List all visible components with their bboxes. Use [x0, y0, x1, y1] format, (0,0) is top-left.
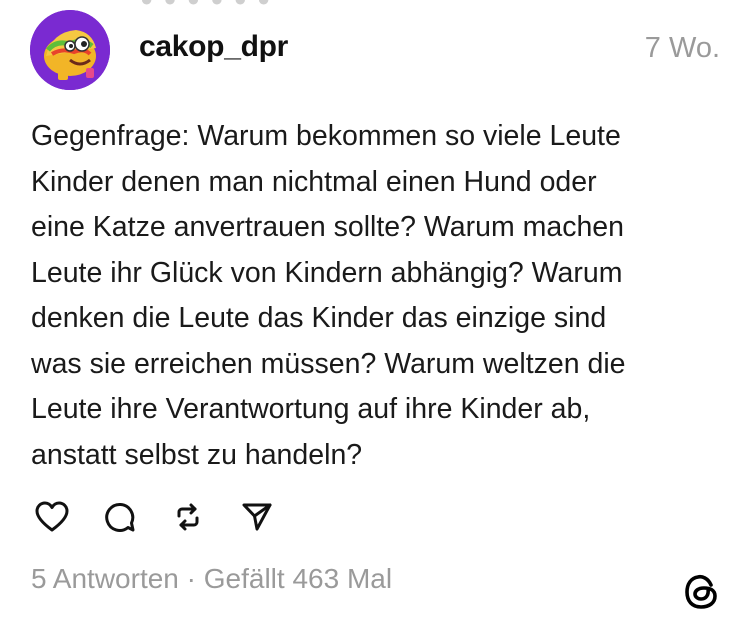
threads-logo-icon	[682, 572, 722, 612]
repost-button[interactable]	[166, 495, 210, 539]
heart-icon	[35, 501, 69, 532]
share-button[interactable]	[235, 495, 279, 539]
post-stats[interactable]: 5 Antworten · Gefällt 463 Mal	[31, 563, 392, 595]
taco-avatar-icon	[30, 10, 110, 90]
username[interactable]: cakop_dpr	[139, 30, 288, 64]
previous-post-edge: ● ● ● ● ● ●	[140, 0, 340, 6]
comment-icon	[105, 502, 135, 532]
like-button[interactable]	[30, 495, 74, 539]
post-text: Gegenfrage: Warum bekommen so viele Leut…	[31, 120, 626, 471]
repost-icon	[177, 503, 199, 531]
comment-button[interactable]	[98, 495, 142, 539]
post-timestamp: 7 Wo.	[644, 32, 720, 64]
avatar[interactable]	[30, 10, 110, 90]
share-icon	[242, 503, 272, 531]
